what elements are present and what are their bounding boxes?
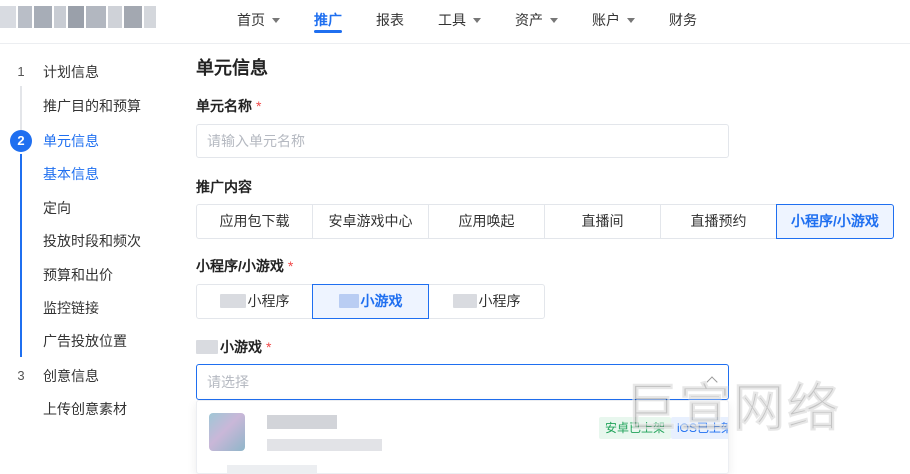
watermark: 巨宣网络 xyxy=(624,380,842,439)
nav-reports[interactable]: 报表 xyxy=(359,0,421,44)
logo[interactable] xyxy=(0,6,160,30)
chevron-down-icon xyxy=(272,18,280,23)
sidebar-item-basic-info[interactable]: 基本信息 xyxy=(43,161,99,187)
sidebar-item-promo-goal-budget[interactable]: 推广目的和预算 xyxy=(43,93,141,119)
option-live-room[interactable]: 直播间 xyxy=(544,204,661,239)
step-plan-info[interactable]: 1 计划信息 xyxy=(0,57,172,87)
promo-content-label: 推广内容 xyxy=(196,179,252,195)
blurred-text xyxy=(227,465,317,473)
step-number: 3 xyxy=(17,368,25,383)
required-mark: * xyxy=(256,98,262,114)
step-label: 计划信息 xyxy=(43,64,99,80)
chevron-down-icon xyxy=(550,18,558,23)
option-mini-game[interactable]: 小游戏 xyxy=(312,284,429,319)
unit-name-input[interactable]: 请输入单元名称 xyxy=(196,124,729,158)
step-connector xyxy=(20,86,22,130)
game-thumbnail xyxy=(209,413,245,451)
required-mark: * xyxy=(266,339,272,355)
option-app-download[interactable]: 应用包下载 xyxy=(196,204,313,239)
option-android-game-center[interactable]: 安卓游戏中心 xyxy=(312,204,429,239)
nav-promote[interactable]: 推广 xyxy=(297,0,359,44)
chevron-down-icon xyxy=(627,18,635,23)
chevron-down-icon xyxy=(473,18,481,23)
sidebar-item-monitor-link[interactable]: 监控链接 xyxy=(43,295,99,321)
blurred-text xyxy=(196,340,218,354)
nav-home[interactable]: 首页 xyxy=(220,0,297,44)
top-nav-bar: 首页 推广 报表 工具 资产 账户 财务 xyxy=(0,0,910,44)
blurred-text xyxy=(219,294,246,308)
sidebar-item-ad-placement[interactable]: 广告投放位置 xyxy=(43,328,127,354)
option-app-launch[interactable]: 应用唤起 xyxy=(428,204,545,239)
blurred-text xyxy=(452,294,477,308)
option-mini-program-game[interactable]: 小程序/小游戏 xyxy=(776,204,894,239)
nav-finance[interactable]: 财务 xyxy=(652,0,714,44)
option-mini-program-b[interactable]: 小程序 xyxy=(428,284,545,319)
nav-tools[interactable]: 工具 xyxy=(421,0,498,44)
sidebar-item-targeting[interactable]: 定向 xyxy=(43,195,71,221)
blurred-text xyxy=(267,415,337,429)
blurred-text xyxy=(338,294,359,308)
step-sidebar: 1 计划信息 推广目的和预算 2 单元信息 基本信息 定向 投放时段和频次 预算… xyxy=(0,44,172,474)
required-mark: * xyxy=(287,258,294,274)
mini-program-label: 小程序/小游戏 * xyxy=(196,258,294,274)
section-title: 单元信息 xyxy=(196,58,268,78)
main-nav: 首页 推广 报表 工具 资产 账户 财务 xyxy=(220,0,714,44)
step-label: 单元信息 xyxy=(43,133,99,149)
sidebar-item-upload-creative[interactable]: 上传创意素材 xyxy=(43,396,127,422)
mini-game-label: 小游戏 * xyxy=(196,337,271,357)
step-connector-active xyxy=(20,154,22,357)
step-number: 2 xyxy=(10,130,32,152)
mini-program-type-selector: 小程序 小游戏 小程序 xyxy=(196,284,545,319)
sidebar-item-schedule-frequency[interactable]: 投放时段和频次 xyxy=(43,228,141,254)
option-live-reservation[interactable]: 直播预约 xyxy=(660,204,777,239)
promo-content-selector: 应用包下载 安卓游戏中心 应用唤起 直播间 直播预约 小程序/小游戏 xyxy=(196,204,894,239)
sidebar-item-budget-bid[interactable]: 预算和出价 xyxy=(43,262,113,288)
nav-account[interactable]: 账户 xyxy=(575,0,652,44)
unit-name-label: 单元名称 * xyxy=(196,98,262,114)
option-mini-program-a[interactable]: 小程序 xyxy=(196,284,313,319)
step-label: 创意信息 xyxy=(43,368,99,384)
blurred-text xyxy=(267,439,382,451)
step-creative-info[interactable]: 3 创意信息 xyxy=(0,361,172,391)
nav-assets[interactable]: 资产 xyxy=(498,0,575,44)
step-number: 1 xyxy=(17,64,25,79)
step-unit-info[interactable]: 2 单元信息 xyxy=(0,126,172,156)
